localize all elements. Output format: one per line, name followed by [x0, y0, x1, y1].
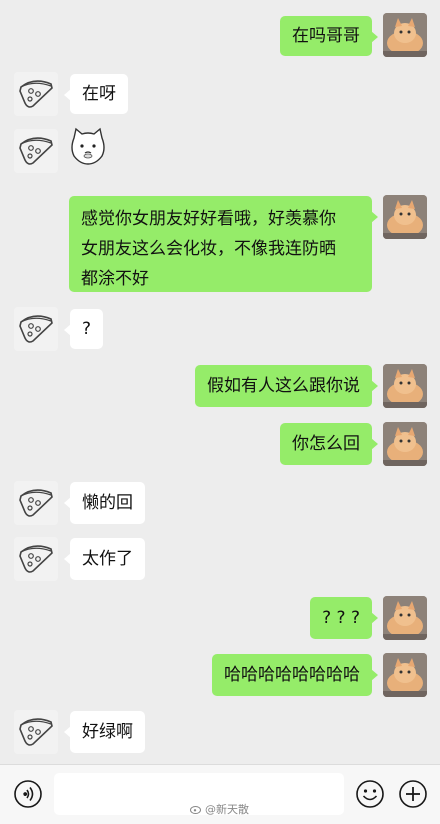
message-line: 都涂不好	[81, 269, 149, 289]
cat-face-sticker[interactable]	[68, 126, 108, 166]
message-bubble-sent[interactable]: 你怎么回	[280, 423, 378, 465]
my-avatar[interactable]	[383, 195, 427, 239]
my-avatar[interactable]	[383, 596, 427, 640]
message-bubble-received[interactable]: 好绿啊	[64, 711, 145, 753]
contact-avatar[interactable]	[14, 537, 58, 581]
contact-avatar[interactable]	[14, 710, 58, 754]
chat-area: 在吗哥哥 在呀 感觉你女朋友好好看哦，好羡慕你 女朋友这么会化妆，不像我连防晒 …	[0, 0, 440, 764]
message-bubble-received[interactable]: ?	[63, 309, 104, 349]
contact-avatar[interactable]	[14, 481, 58, 525]
message-bubble-sent[interactable]: 感觉你女朋友好好看哦，好羡慕你 女朋友这么会化妆，不像我连防晒 都涂不好	[69, 196, 378, 292]
message-line: 女朋友这么会化妆，不像我连防晒	[81, 239, 336, 259]
weibo-logo-icon	[190, 806, 201, 814]
watermark: @新天散	[190, 801, 249, 817]
voice-icon[interactable]	[13, 779, 43, 809]
my-avatar[interactable]	[383, 653, 427, 697]
message-bubble-received[interactable]: 懒的回	[64, 482, 145, 524]
message-bubble-sent[interactable]: 在吗哥哥	[280, 16, 378, 56]
message-bubble-received[interactable]: 在呀	[64, 74, 128, 114]
my-avatar[interactable]	[383, 364, 427, 408]
contact-avatar[interactable]	[14, 72, 58, 116]
message-line: 感觉你女朋友好好看哦，好羡慕你	[81, 209, 336, 229]
contact-avatar[interactable]	[14, 307, 58, 351]
message-bubble-received[interactable]: 太作了	[64, 538, 145, 580]
emoji-icon[interactable]	[355, 779, 385, 809]
message-bubble-sent[interactable]: ? ? ?	[310, 597, 378, 639]
message-bubble-sent[interactable]: 哈哈哈哈哈哈哈哈	[212, 654, 378, 696]
my-avatar[interactable]	[383, 422, 427, 466]
plus-icon[interactable]	[398, 779, 428, 809]
contact-avatar[interactable]	[14, 129, 58, 173]
watermark-text: @新天散	[205, 803, 249, 816]
message-bubble-sent[interactable]: 假如有人这么跟你说	[195, 365, 378, 407]
my-avatar[interactable]	[383, 13, 427, 57]
